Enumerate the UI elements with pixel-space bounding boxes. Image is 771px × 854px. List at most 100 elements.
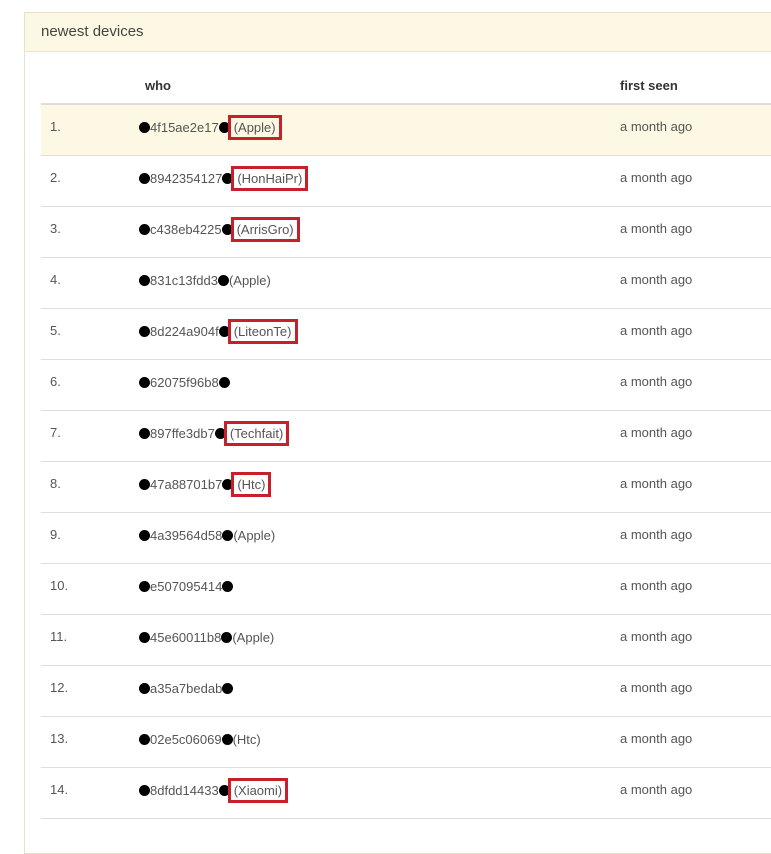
row-number: 8. bbox=[50, 476, 61, 491]
table-row[interactable]: 1. 4f15ae2e17 (Apple) a month ago bbox=[41, 105, 771, 156]
table-row[interactable]: 13. 02e5c06069 (Htc) a month ago bbox=[41, 717, 771, 768]
first-seen-value: a month ago bbox=[620, 476, 693, 491]
device-mac: a35a7bedab bbox=[150, 680, 223, 696]
device-mac: 4f15ae2e17 bbox=[150, 119, 219, 135]
first-seen-value: a month ago bbox=[620, 578, 693, 593]
device-who[interactable]: a35a7bedab bbox=[137, 676, 234, 700]
redaction-dot-icon bbox=[222, 580, 234, 592]
device-mac: 45e60011b8 bbox=[150, 629, 222, 645]
row-number: 3. bbox=[50, 221, 61, 236]
row-number: 2. bbox=[50, 170, 61, 185]
vendor-label-highlighted: (HonHaiPr) bbox=[231, 165, 309, 191]
vendor-label-highlighted: (ArrisGro) bbox=[230, 216, 300, 242]
redaction-dot-icon bbox=[139, 427, 150, 439]
table-row[interactable]: 7. 897ffe3db7 (Techfait) a month ago bbox=[41, 411, 771, 462]
redaction-dot-icon bbox=[221, 733, 233, 745]
device-mac: 62075f96b8 bbox=[150, 374, 219, 390]
device-mac: 8dfdd14433 bbox=[150, 782, 219, 798]
vendor-label-highlighted: (Htc) bbox=[231, 471, 272, 497]
device-who[interactable]: 8dfdd14433 (Xiaomi) bbox=[137, 777, 289, 803]
device-who[interactable]: 45e60011b8 (Apple) bbox=[137, 625, 274, 649]
device-mac: 4a39564d58 bbox=[150, 527, 223, 543]
device-who[interactable]: 831c13fdd3 (Apple) bbox=[137, 268, 271, 292]
first-seen-value: a month ago bbox=[620, 731, 693, 746]
vendor-label-highlighted: (Techfait) bbox=[223, 420, 290, 446]
redaction-dot-icon bbox=[139, 325, 150, 337]
device-mac: 831c13fdd3 bbox=[150, 272, 218, 288]
first-seen-value: a month ago bbox=[620, 680, 693, 695]
redaction-dot-icon bbox=[222, 682, 234, 694]
vendor-label-highlighted: (Xiaomi) bbox=[227, 777, 289, 803]
device-mac: 02e5c06069 bbox=[150, 731, 222, 747]
device-who[interactable]: 897ffe3db7 (Techfait) bbox=[137, 420, 290, 446]
device-who[interactable]: 8942354127 (HonHaiPr) bbox=[137, 165, 309, 191]
first-seen-value: a month ago bbox=[620, 221, 693, 236]
device-who[interactable]: 4a39564d58 (Apple) bbox=[137, 523, 275, 547]
row-number: 1. bbox=[50, 119, 61, 134]
device-who[interactable]: c438eb4225 (ArrisGro) bbox=[137, 216, 300, 242]
device-mac: c438eb4225 bbox=[150, 221, 222, 237]
vendor-label-highlighted: (Apple) bbox=[227, 114, 282, 140]
redaction-dot-icon bbox=[139, 274, 150, 286]
table-row[interactable]: 4. 831c13fdd3 (Apple) a month ago bbox=[41, 258, 771, 309]
table-row[interactable]: 10. e507095414 a month ago bbox=[41, 564, 771, 615]
redaction-dot-icon bbox=[139, 733, 150, 745]
table-row[interactable]: 6. 62075f96b8 a month ago bbox=[41, 360, 771, 411]
table-row[interactable]: 9. 4a39564d58 (Apple) a month ago bbox=[41, 513, 771, 564]
device-mac: 897ffe3db7 bbox=[150, 425, 215, 441]
column-header-first-seen[interactable]: first seen bbox=[620, 78, 678, 93]
device-who[interactable]: 4f15ae2e17 (Apple) bbox=[137, 114, 282, 140]
device-who[interactable]: e507095414 bbox=[137, 574, 234, 598]
column-header-who[interactable]: who bbox=[145, 78, 171, 93]
devices-table: who first seen 1. 4f15ae2e17 (Apple) a mont… bbox=[41, 63, 771, 819]
row-number: 5. bbox=[50, 323, 61, 338]
table-row[interactable]: 2. 8942354127 (HonHaiPr) a month ago bbox=[41, 156, 771, 207]
first-seen-value: a month ago bbox=[620, 527, 693, 542]
redaction-dot-icon bbox=[139, 682, 150, 694]
vendor-label: (Apple) bbox=[228, 272, 271, 288]
redaction-dot-icon bbox=[218, 376, 230, 388]
vendor-label: (Htc) bbox=[232, 731, 261, 747]
device-mac: 8942354127 bbox=[150, 170, 223, 186]
newest-devices-panel: newest devices who first seen 1. 4f15ae2e… bbox=[24, 12, 771, 854]
table-header: who first seen bbox=[41, 63, 771, 105]
first-seen-value: a month ago bbox=[620, 425, 693, 440]
first-seen-value: a month ago bbox=[620, 323, 693, 338]
table-row[interactable]: 3. c438eb4225 (ArrisGro) a month ago bbox=[41, 207, 771, 258]
vendor-label-highlighted: (LiteonTe) bbox=[227, 318, 298, 344]
redaction-dot-icon bbox=[139, 121, 150, 133]
vendor-label: (Apple) bbox=[232, 629, 275, 645]
first-seen-value: a month ago bbox=[620, 629, 693, 644]
row-number: 6. bbox=[50, 374, 61, 389]
table-row[interactable]: 8. 47a88701b7 (Htc) a month ago bbox=[41, 462, 771, 513]
row-number: 7. bbox=[50, 425, 61, 440]
device-who[interactable]: 62075f96b8 bbox=[137, 370, 230, 394]
table-row[interactable]: 5. 8d224a904f (LiteonTe) a month ago bbox=[41, 309, 771, 360]
redaction-dot-icon bbox=[217, 274, 229, 286]
first-seen-value: a month ago bbox=[620, 782, 693, 797]
device-who[interactable]: 02e5c06069 (Htc) bbox=[137, 727, 261, 751]
redaction-dot-icon bbox=[222, 529, 234, 541]
redaction-dot-icon bbox=[139, 223, 150, 235]
first-seen-value: a month ago bbox=[620, 170, 693, 185]
redaction-dot-icon bbox=[139, 631, 150, 643]
table-row[interactable]: 14. 8dfdd14433 (Xiaomi) a month ago bbox=[41, 768, 771, 819]
row-number: 13. bbox=[50, 731, 69, 746]
first-seen-value: a month ago bbox=[620, 272, 693, 287]
table-row[interactable]: 11. 45e60011b8 (Apple) a month ago bbox=[41, 615, 771, 666]
redaction-dot-icon bbox=[139, 529, 150, 541]
redaction-dot-icon bbox=[139, 172, 150, 184]
redaction-dot-icon bbox=[139, 580, 150, 592]
device-mac: e507095414 bbox=[150, 578, 223, 594]
row-number: 14. bbox=[50, 782, 69, 797]
device-mac: 47a88701b7 bbox=[150, 476, 223, 492]
table-row[interactable]: 12. a35a7bedab a month ago bbox=[41, 666, 771, 717]
device-who[interactable]: 8d224a904f (LiteonTe) bbox=[137, 318, 298, 344]
device-mac: 8d224a904f bbox=[150, 323, 219, 339]
row-number: 4. bbox=[50, 272, 61, 287]
row-number: 9. bbox=[50, 527, 61, 542]
first-seen-value: a month ago bbox=[620, 374, 693, 389]
table-body: 1. 4f15ae2e17 (Apple) a month ago 2. 89423541… bbox=[41, 105, 771, 819]
row-number: 10. bbox=[50, 578, 69, 593]
device-who[interactable]: 47a88701b7 (Htc) bbox=[137, 471, 272, 497]
